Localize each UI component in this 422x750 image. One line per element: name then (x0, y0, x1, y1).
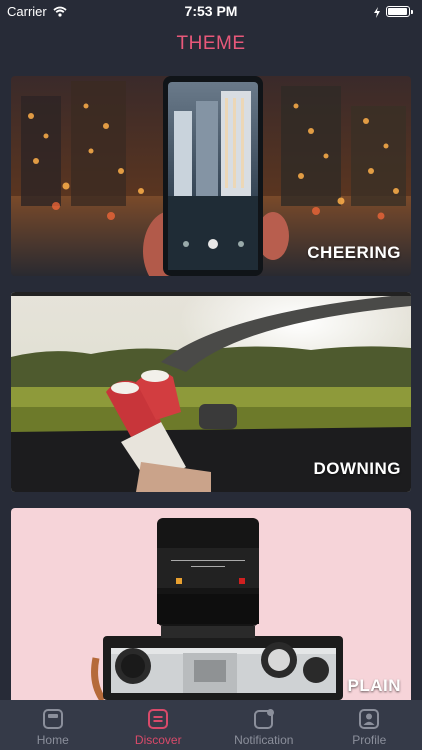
tab-label: Profile (352, 733, 387, 747)
home-icon (42, 708, 64, 730)
battery-icon (386, 6, 413, 17)
notification-icon (253, 708, 275, 730)
page-title: THEME (176, 33, 246, 54)
status-time: 7:53 PM (184, 3, 238, 19)
theme-label: CHEERING (307, 243, 401, 262)
tab-label: Home (36, 733, 69, 747)
theme-card-downing[interactable]: DOWNING (11, 292, 411, 492)
theme-card-plain[interactable]: PLAIN (11, 508, 411, 700)
status-bar: Carrier 7:53 PM (0, 0, 422, 22)
discover-icon (147, 708, 169, 730)
tab-bar: Home Discover Notification Profile (0, 700, 422, 750)
tab-label: Discover (134, 733, 182, 747)
theme-label: PLAIN (347, 676, 401, 695)
tab-label: Notification (234, 733, 294, 747)
tab-profile[interactable]: Profile (317, 700, 422, 750)
tab-notification[interactable]: Notification (211, 700, 317, 750)
tab-home[interactable]: Home (0, 700, 106, 750)
charging-icon (374, 5, 380, 23)
tab-discover[interactable]: Discover (106, 700, 212, 750)
profile-icon (358, 708, 380, 730)
theme-card-cheering[interactable]: CHEERING (11, 76, 411, 276)
theme-label: DOWNING (313, 459, 401, 478)
camera-image (11, 508, 411, 700)
